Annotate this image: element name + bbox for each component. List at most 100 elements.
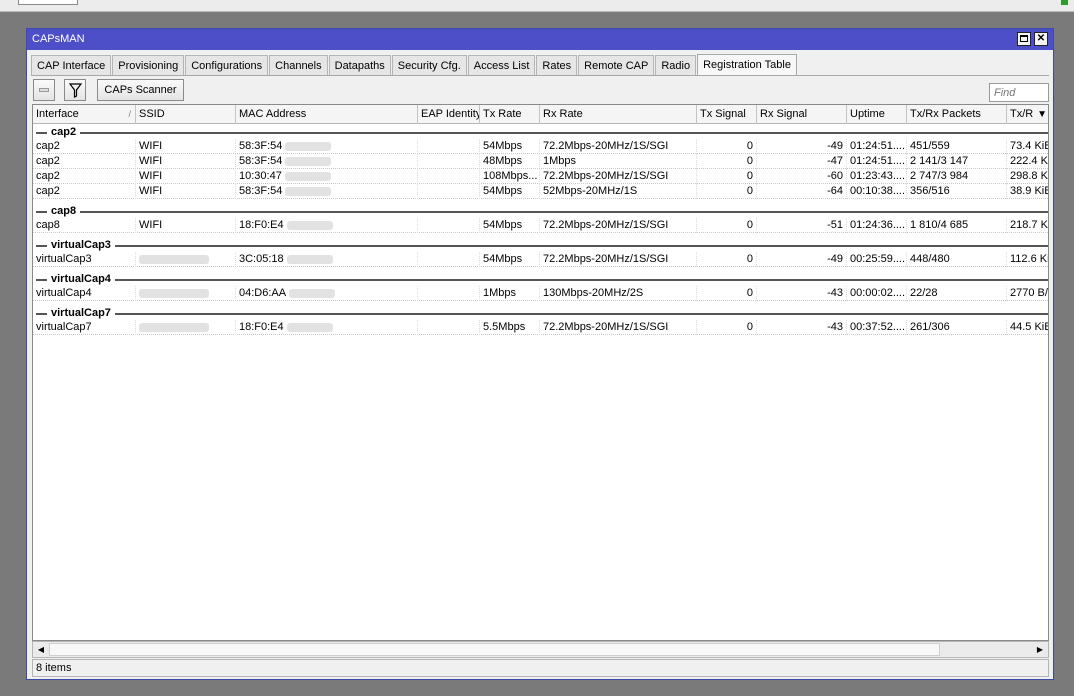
cell-tx-signal: 0 bbox=[697, 154, 757, 169]
cell-bytes: 298.8 KiB bbox=[1010, 170, 1048, 182]
col-interface[interactable]: Interface / bbox=[33, 105, 136, 124]
tab-provisioning[interactable]: Provisioning bbox=[112, 55, 185, 76]
redacted-block bbox=[139, 288, 209, 298]
tab-cap-interface[interactable]: CAP Interface bbox=[31, 55, 112, 76]
column-menu-icon[interactable]: ▼ bbox=[1037, 105, 1047, 124]
tab-remote-cap[interactable]: Remote CAP bbox=[578, 55, 655, 76]
col-tx-rx-packets[interactable]: Tx/Rx Packets bbox=[907, 105, 1007, 124]
tab-strip: CAP Interface Provisioning Configuration… bbox=[31, 54, 798, 76]
cell-mac: 18:F0:E4 bbox=[236, 320, 418, 335]
col-rx-rate[interactable]: Rx Rate bbox=[540, 105, 697, 124]
minus-icon bbox=[39, 88, 49, 92]
col-eap-identity[interactable]: EAP Identity bbox=[418, 105, 480, 124]
mac-value: 3C:05:18 bbox=[239, 253, 284, 265]
tab-radio[interactable]: Radio bbox=[655, 55, 697, 76]
redacted-block bbox=[286, 254, 333, 264]
cell-uptime: 01:23:43.... bbox=[847, 169, 907, 184]
table-row[interactable]: virtualCap4 04:D6:AA 1Mbps 130Mbps-20MHz… bbox=[33, 286, 1048, 301]
status-bar: 8 items bbox=[32, 659, 1049, 677]
col-tx-rate[interactable]: Tx Rate bbox=[480, 105, 540, 124]
capsman-window: CAPsMAN ✕ CAP Interface Provisioning Con… bbox=[26, 28, 1054, 680]
cell-eap bbox=[418, 154, 480, 169]
cell-ssid: WIFI bbox=[136, 169, 236, 184]
table-row[interactable]: cap8 WIFI 18:F0:E4 54Mbps 72.2Mbps-20MHz… bbox=[33, 218, 1048, 233]
registration-table: Interface / SSID MAC Address EAP Identity… bbox=[32, 104, 1049, 641]
cell-tx-signal: 0 bbox=[697, 218, 757, 233]
col-uptime[interactable]: Uptime bbox=[847, 105, 907, 124]
cell-tx-signal: 0 bbox=[697, 139, 757, 154]
cell-bytes: 218.7 KiB bbox=[1010, 219, 1048, 231]
horizontal-scrollbar[interactable]: ◀ ▶ bbox=[32, 641, 1049, 658]
cell-tx-signal: 0 bbox=[697, 169, 757, 184]
tab-channels[interactable]: Channels bbox=[269, 55, 328, 76]
table-row[interactable]: virtualCap3 3C:05:18 54Mbps 72.2Mbps-20M… bbox=[33, 252, 1048, 267]
find-input[interactable] bbox=[989, 83, 1049, 102]
cell-packets: 1 810/4 685 bbox=[907, 218, 1007, 233]
cell-rx-signal: -43 bbox=[757, 286, 847, 301]
table-row[interactable]: cap2 WIFI 10:30:47 108Mbps... 72.2Mbps-2… bbox=[33, 169, 1048, 184]
cell-eap bbox=[418, 218, 480, 233]
maximize-button[interactable] bbox=[1017, 32, 1031, 46]
cell-tx-rate: 108Mbps... bbox=[480, 169, 540, 184]
tab-access-list[interactable]: Access List bbox=[467, 55, 536, 76]
col-tx-rx-bytes[interactable]: Tx/R ▼ bbox=[1007, 105, 1048, 124]
cell-rx-signal: -43 bbox=[757, 320, 847, 335]
cell-mac: 10:30:47 bbox=[236, 169, 418, 184]
cell-uptime: 01:24:51.... bbox=[847, 139, 907, 154]
cell-interface: cap2 bbox=[33, 154, 136, 169]
scroll-right-icon[interactable]: ▶ bbox=[1032, 642, 1048, 657]
col-ssid[interactable]: SSID bbox=[136, 105, 236, 124]
tab-registration-table[interactable]: Registration Table bbox=[697, 54, 797, 76]
mac-value: 58:3F:54 bbox=[239, 155, 283, 167]
table-row[interactable]: cap2 WIFI 58:3F:54 54Mbps 52Mbps-20MHz/1… bbox=[33, 184, 1048, 199]
cell-rx-rate: 72.2Mbps-20MHz/1S/SGI bbox=[540, 218, 697, 233]
scroll-left-icon[interactable]: ◀ bbox=[33, 642, 49, 657]
cell-eap bbox=[418, 286, 480, 301]
cell-interface: virtualCap4 bbox=[33, 286, 136, 301]
cell-interface: cap2 bbox=[33, 139, 136, 154]
tab-datapaths[interactable]: Datapaths bbox=[328, 55, 391, 76]
cell-uptime: 00:00:02.... bbox=[847, 286, 907, 301]
close-icon: ✕ bbox=[1036, 33, 1046, 44]
cell-tx-rate: 54Mbps bbox=[480, 139, 540, 154]
col-rx-signal[interactable]: Rx Signal bbox=[757, 105, 847, 124]
cell-tx-signal: 0 bbox=[697, 286, 757, 301]
redacted-block bbox=[289, 288, 336, 298]
window-titlebar[interactable]: CAPsMAN ✕ bbox=[27, 29, 1053, 50]
maximize-icon bbox=[1020, 35, 1028, 42]
cell-uptime: 00:10:38.... bbox=[847, 184, 907, 199]
tab-configurations[interactable]: Configurations bbox=[185, 55, 269, 76]
cell-packets: 356/516 bbox=[907, 184, 1007, 199]
table-row[interactable]: cap2 WIFI 58:3F:54 48Mbps 1Mbps 0 -47 01… bbox=[33, 154, 1048, 169]
group-title: virtualCap7 bbox=[47, 307, 115, 319]
filter-button[interactable] bbox=[64, 79, 86, 101]
table-row[interactable]: cap2 WIFI 58:3F:54 54Mbps 72.2Mbps-20MHz… bbox=[33, 139, 1049, 154]
cell-packets: 22/28 bbox=[907, 286, 1007, 301]
mac-value: 58:3F:54 bbox=[239, 140, 283, 152]
mac-value: 58:3F:54 bbox=[239, 185, 283, 197]
cell-mac: 58:3F:54 bbox=[236, 184, 418, 199]
cell-rx-signal: -49 bbox=[757, 139, 847, 154]
scrollbar-thumb[interactable] bbox=[49, 643, 940, 656]
cell-packets: 448/480 bbox=[907, 252, 1007, 267]
cell-bytes: 222.4 KiB bbox=[1010, 155, 1048, 167]
top-input-fragment bbox=[18, 0, 78, 5]
col-mac-address[interactable]: MAC Address bbox=[236, 105, 418, 124]
tab-rates[interactable]: Rates bbox=[536, 55, 578, 76]
cell-tx-signal: 0 bbox=[697, 320, 757, 335]
cell-interface: cap2 bbox=[33, 184, 136, 199]
filter-icon bbox=[69, 83, 82, 98]
remove-button[interactable] bbox=[33, 79, 55, 101]
group-title: virtualCap4 bbox=[47, 273, 115, 285]
cell-tx-rate: 48Mbps bbox=[480, 154, 540, 169]
tab-divider bbox=[31, 75, 1049, 76]
cell-ssid: WIFI bbox=[136, 218, 236, 233]
table-row[interactable]: virtualCap7 18:F0:E4 5.5Mbps 72.2Mbps-20… bbox=[33, 320, 1048, 335]
col-tx-signal[interactable]: Tx Signal bbox=[697, 105, 757, 124]
close-button[interactable]: ✕ bbox=[1034, 32, 1048, 46]
cell-interface: virtualCap3 bbox=[33, 252, 136, 267]
tab-security-cfg[interactable]: Security Cfg. bbox=[391, 55, 467, 76]
item-count: 8 items bbox=[36, 662, 72, 674]
caps-scanner-button[interactable]: CAPs Scanner bbox=[97, 79, 184, 101]
cell-bytes: 73.4 KiB bbox=[1010, 140, 1049, 152]
